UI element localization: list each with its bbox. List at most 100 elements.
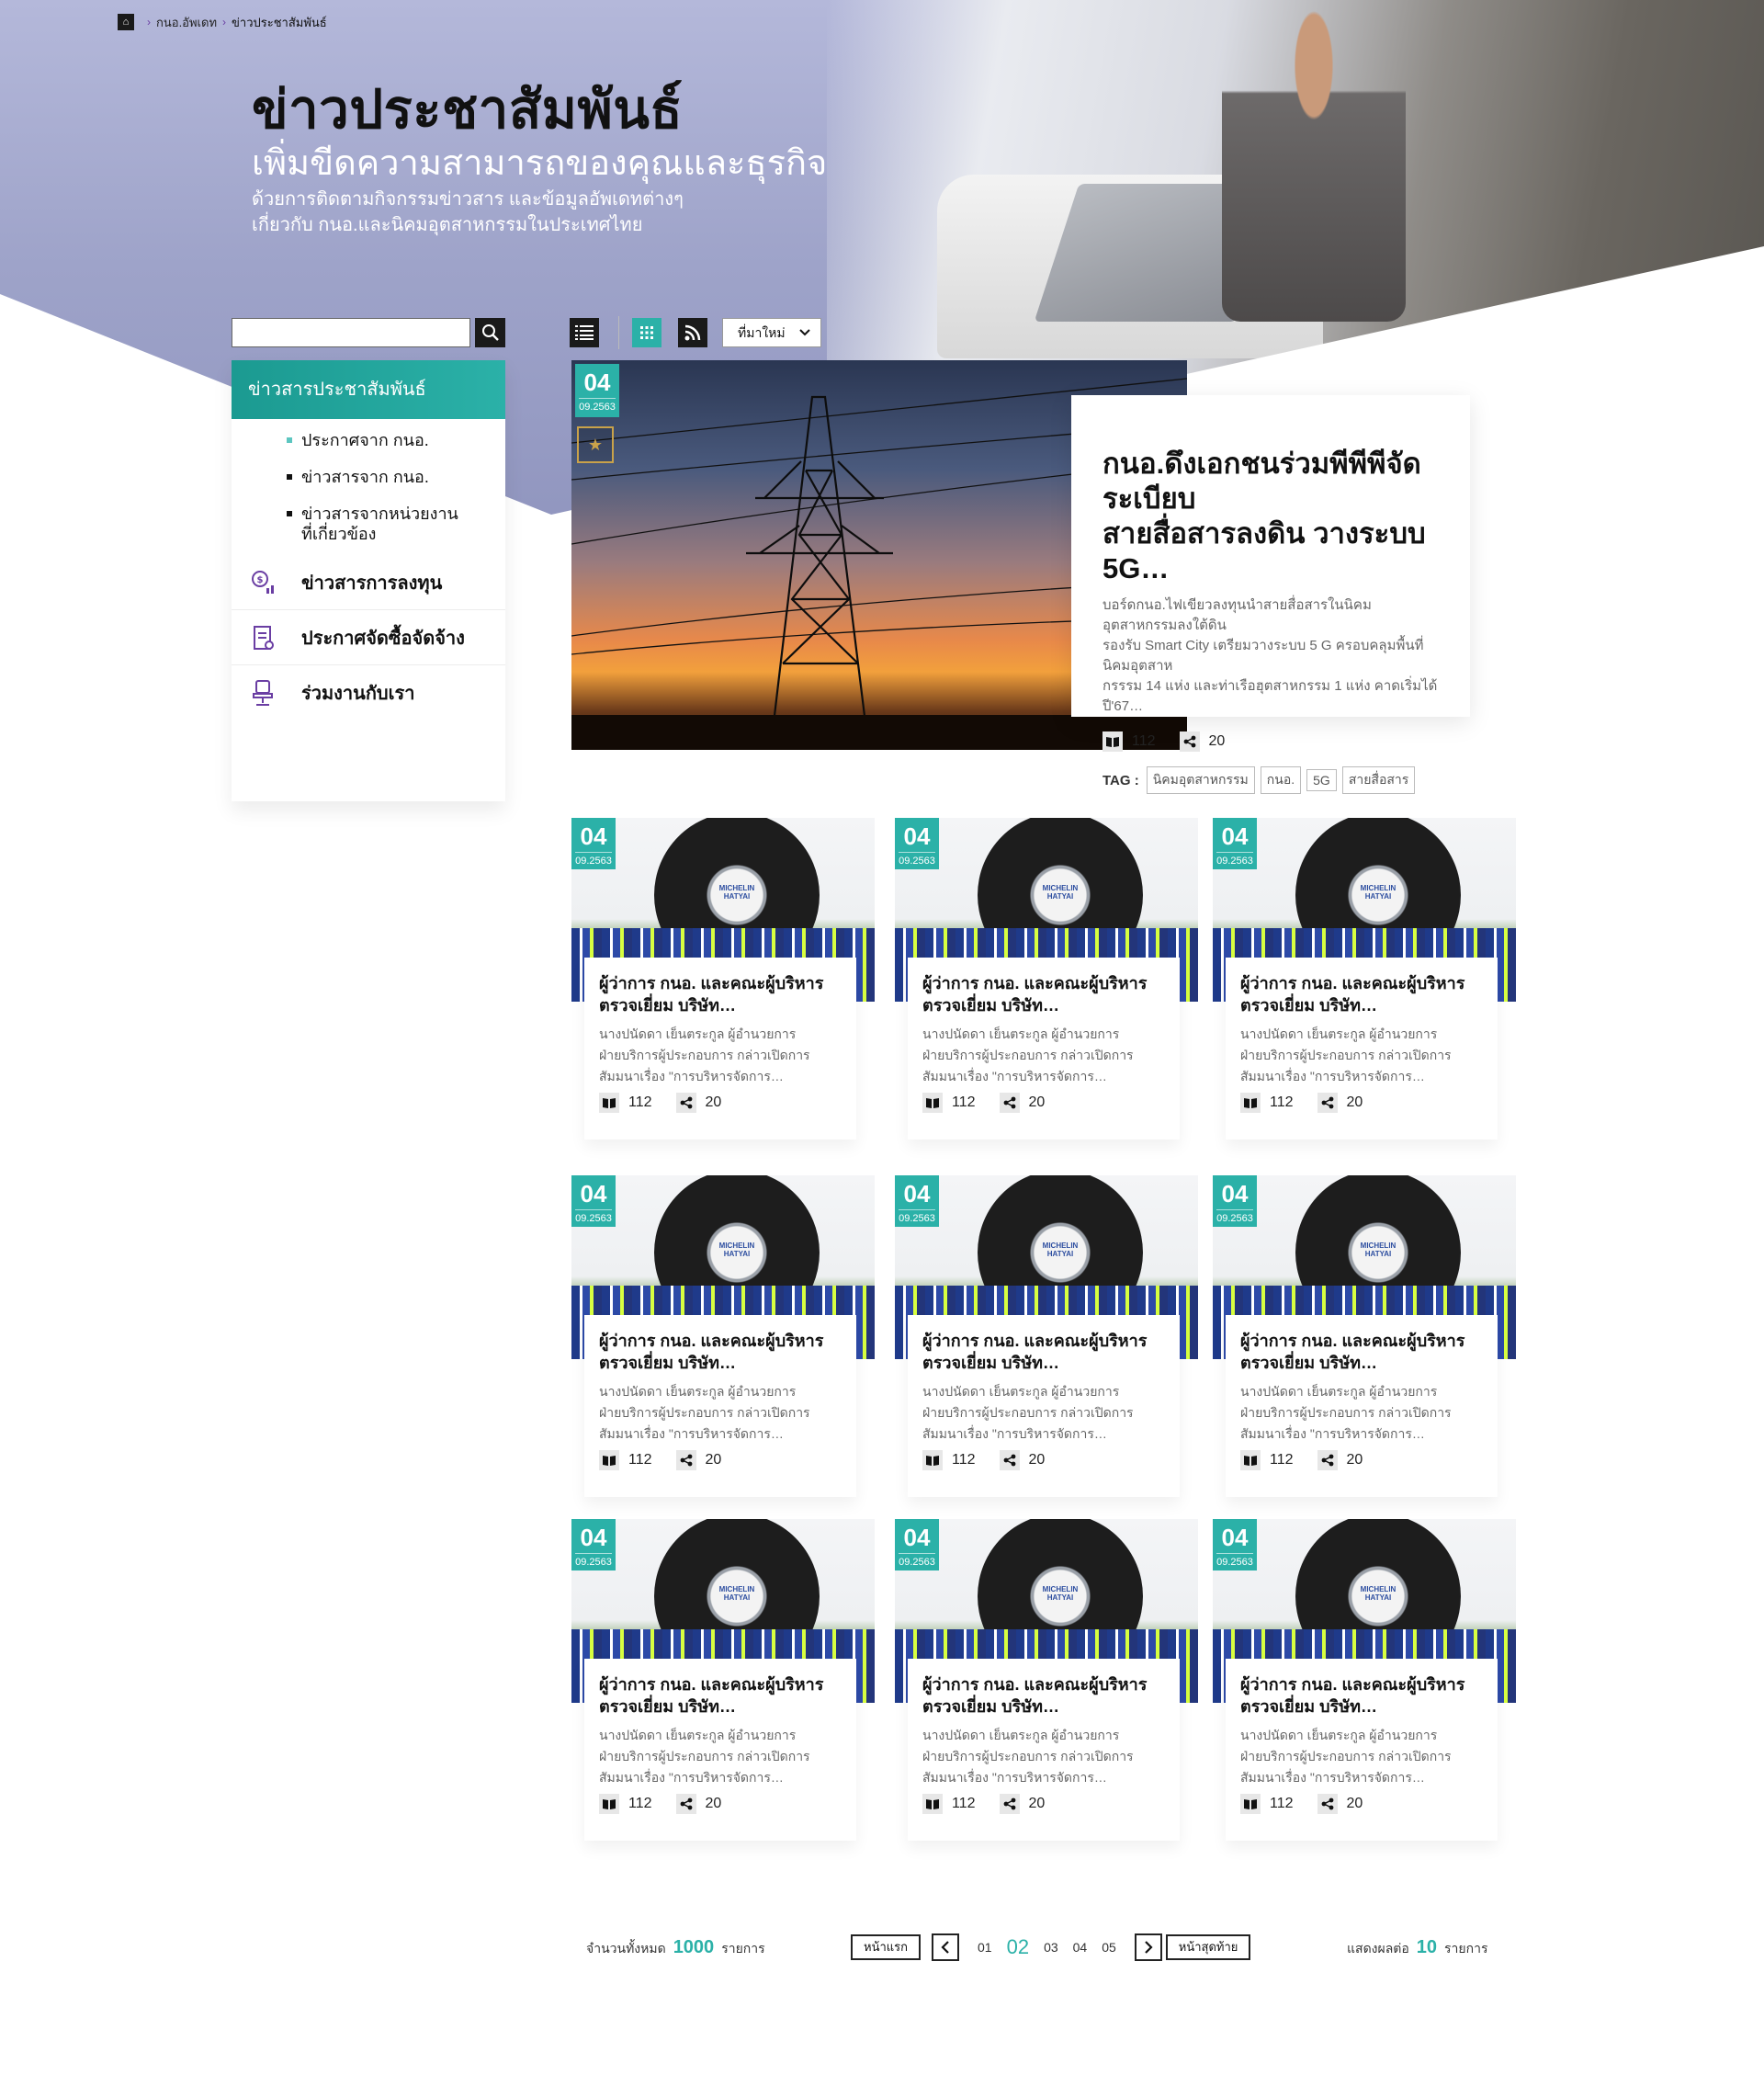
page-number[interactable]: 05 — [1102, 1940, 1116, 1955]
share-icon[interactable] — [999, 1450, 1020, 1470]
date-badge: 04 09.2563 — [1213, 1175, 1257, 1227]
share-icon[interactable] — [675, 1093, 696, 1113]
chevron-right-icon — [1145, 1941, 1153, 1954]
prev-page-button[interactable] — [932, 1933, 959, 1961]
share-icon[interactable] — [999, 1794, 1020, 1814]
news-card-body: ผู้ว่าการ กนอ. และคณะผู้บริหาร ตรวจเยี่ยม… — [584, 1315, 856, 1497]
news-card[interactable]: MICHELIN HATYAI 04 09.2563 ผู้ว่าการ กนอ. แ… — [571, 818, 875, 1140]
news-card-excerpt: นางปนัดดา เย็นตระกูล ผู้อำนวยการ ฝ่ายบริก… — [1240, 1024, 1483, 1087]
page-number-current[interactable]: 02 — [1007, 1935, 1029, 1959]
news-card-title[interactable]: ผู้ว่าการ กนอ. และคณะผู้บริหาร ตรวจเยี่ยม… — [599, 1330, 842, 1374]
news-card[interactable]: MICHELIN HATYAI 04 09.2563 ผู้ว่าการ กนอ. แ… — [1213, 818, 1516, 1140]
sidebar-header[interactable]: ข่าวสารประชาสัมพันธ์ — [232, 360, 505, 419]
news-card-title[interactable]: ผู้ว่าการ กนอ. และคณะผู้บริหารตรวจเยี่ยม… — [1240, 1330, 1483, 1374]
tag[interactable]: สายสื่อสาร — [1341, 766, 1416, 794]
sidebar-subitem-news[interactable]: ข่าวสารจาก กนอ. — [232, 467, 505, 504]
share-icon[interactable] — [675, 1450, 696, 1470]
date-month: 09.2563 — [899, 1553, 935, 1569]
news-card-title[interactable]: ผู้ว่าการ กนอ. และคณะผู้บริหาร ตรวจเยี่ยม… — [922, 1330, 1165, 1374]
chevron-right-icon: › — [222, 16, 227, 28]
news-card-excerpt: นางปนัดดา เย็นตระกูล ผู้อำนวยการ ฝ่ายบริก… — [599, 1725, 842, 1788]
view-count: 112 — [1270, 1094, 1294, 1110]
news-card-stats: 112 20 — [599, 1450, 842, 1470]
featured-title-line: สายสื่อสารลงดิน วางระบบ 5G… — [1102, 517, 1426, 584]
share-count: 20 — [1028, 1796, 1046, 1811]
star-icon[interactable]: ★ — [577, 426, 614, 463]
news-card[interactable]: MICHELIN HATYAI 04 09.2563 ผู้ว่าการ กนอ. แ… — [895, 1519, 1198, 1841]
news-card[interactable]: MICHELIN HATYAI 04 09.2563 ผู้ว่าการ กนอ. แ… — [895, 818, 1198, 1140]
news-card[interactable]: MICHELIN HATYAI 04 09.2563 ผู้ว่าการ กนอ. แ… — [571, 1175, 875, 1497]
date-month: 09.2563 — [579, 398, 616, 414]
sidebar-item-investment[interactable]: $ ข่าวสารการลงทุน — [232, 555, 505, 610]
share-icon[interactable] — [999, 1093, 1020, 1113]
news-card-excerpt-line: ฝ่ายบริการผู้ประกอบการ กล่าวเปิดการ — [599, 1048, 810, 1062]
news-card[interactable]: MICHELIN HATYAI 04 09.2563 ผู้ว่าการ กนอ. แ… — [1213, 1175, 1516, 1497]
tag[interactable]: นิคมอุตสาหกรรม — [1146, 766, 1255, 794]
search-input[interactable] — [232, 318, 470, 347]
date-day: 04 — [1221, 1180, 1249, 1208]
news-card-title-line: ตรวจเยี่ยม บริษัท… — [1240, 996, 1377, 1015]
sidebar-item-careers[interactable]: ร่วมงานกับเรา — [232, 665, 505, 720]
news-card-body: ผู้ว่าการ กนอ. และคณะผู้บริหาร ตรวจเยี่ยม… — [908, 1659, 1180, 1841]
search-button[interactable] — [475, 318, 505, 347]
home-icon[interactable]: ⌂ — [118, 14, 134, 30]
tire-brand-text: MICHELIN HATYAI — [1360, 884, 1396, 901]
news-card-title[interactable]: ผู้ว่าการ กนอ. และคณะผู้บริหาร ตรวจเยี่ยม… — [922, 972, 1165, 1016]
grid-view-button[interactable] — [632, 318, 662, 347]
news-card[interactable]: MICHELIN HATYAI 04 09.2563 ผู้ว่าการ กนอ. แ… — [571, 1519, 875, 1841]
next-page-button[interactable] — [1134, 1933, 1162, 1961]
news-card-body: ผู้ว่าการ กนอ. และคณะผู้บริหาร ตรวจเยี่ยม… — [908, 1315, 1180, 1497]
perpage-number[interactable]: 10 — [1417, 1937, 1437, 1958]
news-card-excerpt-line: ฝ่ายบริการผู้ประกอบการ กล่าวเปิดการ — [599, 1405, 810, 1420]
sidebar-item-label: ร่วมงานกับเรา — [301, 684, 415, 704]
featured-card[interactable]: กนอ.ดึงเอกชนร่วมพีพีพีจัดระเบียบ สายสื่อ… — [1071, 395, 1470, 794]
tag[interactable]: 5G — [1306, 769, 1337, 791]
news-card-title[interactable]: ผู้ว่าการ กนอ. และคณะผู้บริหาร ตรวจเยี่ยม… — [599, 1673, 842, 1718]
svg-text:$: $ — [257, 575, 264, 585]
news-card-title[interactable]: ผู้ว่าการ กนอ. และคณะผู้บริหาร ตรวจเยี่ยม… — [1240, 972, 1483, 1016]
pagination: หน้าแรก 01 02 03 04 05 หน้าสุดท้าย — [851, 1933, 1251, 1961]
featured-excerpt-line: บอร์ดกนอ.ไฟเขียวลงทุนนำสายสื่อสารในนิคมอ… — [1102, 597, 1372, 633]
rss-button[interactable] — [678, 318, 707, 347]
featured-title[interactable]: กนอ.ดึงเอกชนร่วมพีพีพีจัดระเบียบ สายสื่อ… — [1102, 447, 1439, 586]
sidebar-subitem-agencies[interactable]: ข่าวสารจากหน่วยงาน ที่เกี่ยวข้อง — [232, 504, 505, 555]
news-card-title[interactable]: ผู้ว่าการ กนอ. และคณะผู้บริหาร ตรวจเยี่ยม… — [922, 1673, 1165, 1718]
share-count: 20 — [705, 1452, 722, 1468]
news-card-title[interactable]: ผู้ว่าการ กนอ. และคณะผู้บริหาร ตรวจเยี่ยม… — [1240, 1673, 1483, 1718]
chevron-right-icon: › — [147, 16, 151, 28]
news-card-stats: 112 20 — [922, 1450, 1165, 1470]
date-day: 04 — [903, 1180, 931, 1208]
news-card-title-line: ผู้ว่าการ กนอ. และคณะผู้บริหาร — [1240, 1675, 1465, 1694]
news-card-title-line: ตรวจเยี่ยม บริษัท… — [599, 1354, 736, 1372]
news-card-title-line: ตรวจเยี่ยม บริษัท… — [1240, 1354, 1377, 1372]
list-view-button[interactable] — [570, 318, 599, 347]
page-number[interactable]: 04 — [1073, 1940, 1088, 1955]
sidebar-subitem-announcements[interactable]: ประกาศจาก กนอ. — [232, 430, 505, 467]
news-card-title-line: ผู้ว่าการ กนอ. และคณะผู้บริหาร — [922, 1675, 1148, 1694]
news-card-title-line: ผู้ว่าการ กนอ. และคณะผู้บริหาร — [1240, 1332, 1465, 1350]
share-icon[interactable] — [1317, 1093, 1338, 1113]
first-page-button[interactable]: หน้าแรก — [851, 1934, 921, 1960]
news-card-stats: 112 20 — [922, 1794, 1165, 1814]
news-card-title-line: ผู้ว่าการ กนอ. และคณะผู้บริหาร — [599, 1675, 824, 1694]
page-number[interactable]: 01 — [978, 1940, 992, 1955]
page-number[interactable]: 03 — [1044, 1940, 1058, 1955]
sidebar-item-procurement[interactable]: ประกาศจัดซื้อจัดจ้าง — [232, 610, 505, 665]
sort-select[interactable]: ที่มาใหม่ — [722, 318, 821, 347]
share-icon[interactable] — [1317, 1450, 1338, 1470]
news-card[interactable]: MICHELIN HATYAI 04 09.2563 ผู้ว่าการ กนอ. แ… — [895, 1175, 1198, 1497]
breadcrumb-item[interactable]: กนอ.อัพเดท — [156, 13, 217, 32]
share-icon[interactable] — [1317, 1794, 1338, 1814]
news-card[interactable]: MICHELIN HATYAI 04 09.2563 ผู้ว่าการ กนอ. แ… — [1213, 1519, 1516, 1841]
bullet-icon — [287, 437, 292, 443]
share-icon[interactable] — [1179, 731, 1200, 752]
news-card-excerpt-line: ฝ่ายบริการผู้ประกอบการ กล่าวเปิดการ — [922, 1405, 1134, 1420]
toolbar-divider — [618, 316, 619, 349]
investment-icon: $ — [252, 571, 274, 594]
view-count: 112 — [628, 1452, 652, 1468]
news-card-title[interactable]: ผู้ว่าการ กนอ. และคณะผู้บริหาร ตรวจเยี่ยม… — [599, 972, 842, 1016]
tag[interactable]: กนอ. — [1260, 766, 1302, 794]
last-page-button[interactable]: หน้าสุดท้าย — [1165, 1934, 1251, 1960]
bullet-icon — [287, 474, 292, 480]
share-icon[interactable] — [675, 1794, 696, 1814]
